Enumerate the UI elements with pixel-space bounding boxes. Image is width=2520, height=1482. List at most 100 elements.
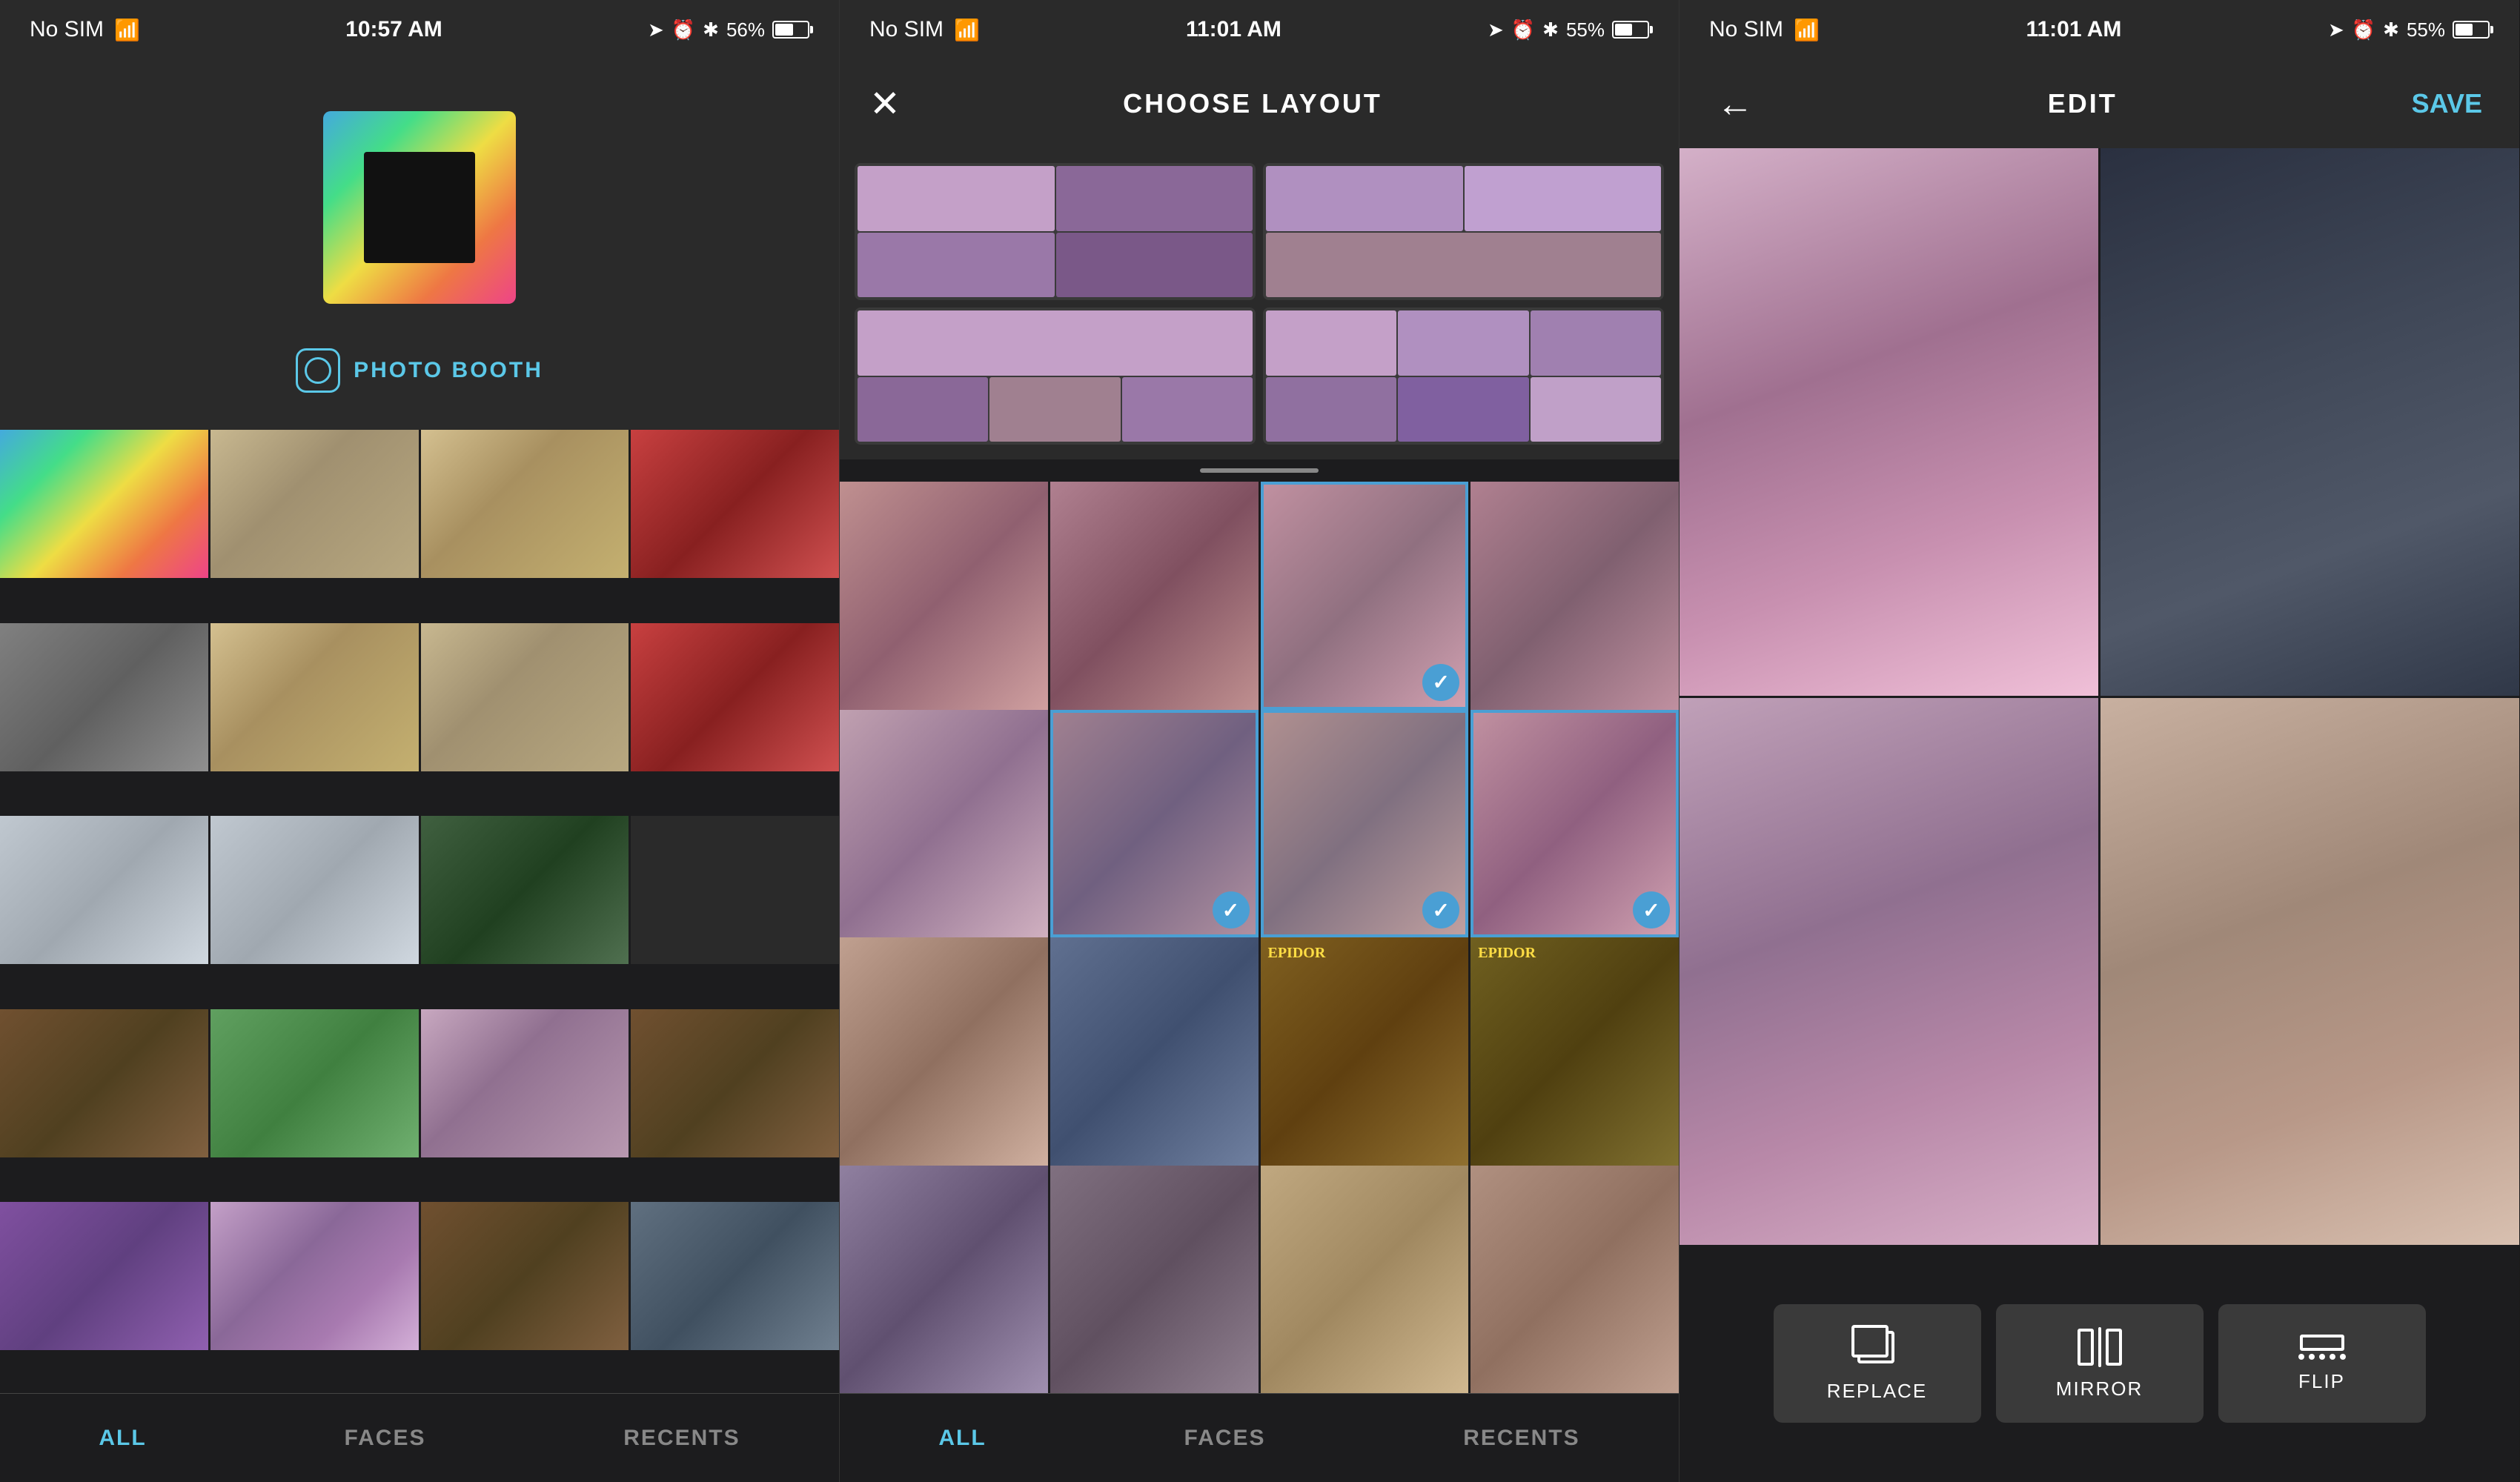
select-cell[interactable] xyxy=(1470,1166,1679,1394)
location-icon-3: ➤ xyxy=(2328,19,2344,41)
edit-cell-bl[interactable] xyxy=(1680,698,2098,1246)
photo-cell[interactable] xyxy=(210,623,419,771)
photo-grid-1 xyxy=(0,430,839,1393)
action-row: REPLACE MIRROR xyxy=(1774,1304,2426,1423)
save-button-3[interactable]: SAVE xyxy=(2412,88,2482,119)
bottom-tabs-1: ALL FACES RECENTS xyxy=(0,1393,839,1482)
status-bar-1: No SIM 📶 10:57 AM ➤ ⏰ ✱ 56% xyxy=(0,0,839,59)
checkmark-badge: ✓ xyxy=(1422,664,1459,701)
photo-cell[interactable] xyxy=(631,430,839,578)
select-cell[interactable] xyxy=(840,482,1048,710)
photo-cell[interactable] xyxy=(421,623,629,771)
tab-faces-1[interactable]: FACES xyxy=(314,1411,455,1466)
nav-bar-2: ✕ CHOOSE LAYOUT xyxy=(840,59,1679,148)
replace-label: REPLACE xyxy=(1827,1380,1927,1403)
alarm-icon-3: ⏰ xyxy=(2352,19,2375,41)
battery-icon-1 xyxy=(772,21,809,39)
no-sim-label-3: No SIM xyxy=(1709,17,1783,42)
photobooth-label: PHOTO BOOTH xyxy=(354,358,543,383)
wifi-icon-3: 📶 xyxy=(1794,18,1820,42)
edit-photo-grid xyxy=(1680,148,2519,1245)
status-bar-2: No SIM 📶 11:01 AM ➤ ⏰ ✱ 55% xyxy=(840,0,1679,59)
select-cell-selected[interactable]: ✓ xyxy=(1261,710,1469,938)
bluetooth-icon-1: ✱ xyxy=(703,19,719,41)
photo-cell[interactable] xyxy=(0,1009,208,1157)
select-cell-selected[interactable]: ✓ xyxy=(1470,710,1679,938)
select-cell[interactable] xyxy=(1470,482,1679,710)
battery-label-2: 55% xyxy=(1566,19,1605,41)
select-cell[interactable] xyxy=(840,937,1048,1166)
photobooth-button[interactable]: PHOTO BOOTH xyxy=(296,348,543,393)
photo-cell[interactable] xyxy=(210,1202,419,1350)
photo-cell[interactable] xyxy=(210,430,419,578)
battery-label-3: 55% xyxy=(2407,19,2445,41)
wifi-icon-2: 📶 xyxy=(954,18,980,42)
photo-cell[interactable] xyxy=(421,430,629,578)
time-2: 11:01 AM xyxy=(1186,17,1281,42)
edit-cell-br[interactable] xyxy=(2100,698,2519,1246)
tab-all-1[interactable]: ALL xyxy=(69,1411,176,1466)
tab-recents-2[interactable]: RECENTS xyxy=(1433,1411,1609,1466)
photo-cell[interactable] xyxy=(0,1202,208,1350)
edit-cell-tl[interactable] xyxy=(1680,148,2098,696)
photo-cell[interactable] xyxy=(210,816,419,964)
layout-option-1[interactable] xyxy=(855,163,1256,300)
photo-select-grid: ✓ ✓ ✓ ✓ EPIDOR E xyxy=(840,482,1679,1393)
no-sim-label-2: No SIM xyxy=(869,17,944,42)
photo-cell[interactable] xyxy=(631,623,839,771)
photo-cell[interactable] xyxy=(210,1009,419,1157)
time-3: 11:01 AM xyxy=(2026,17,2121,42)
photobooth-icon xyxy=(296,348,340,393)
bluetooth-icon-3: ✱ xyxy=(2383,19,2399,41)
photo-cell[interactable] xyxy=(0,623,208,771)
select-cell-selected[interactable]: ✓ xyxy=(1261,482,1469,710)
select-cell-selected[interactable]: ✓ xyxy=(1050,710,1259,938)
select-cell[interactable] xyxy=(840,710,1048,938)
battery-icon-3 xyxy=(2453,21,2490,39)
select-cell[interactable] xyxy=(840,1166,1048,1394)
flip-button[interactable]: FLIP xyxy=(2218,1304,2426,1423)
wifi-icon-1: 📶 xyxy=(114,18,140,42)
flip-label: FLIP xyxy=(2298,1370,2345,1393)
layout-option-2[interactable] xyxy=(1263,163,1664,300)
photo-cell[interactable] xyxy=(631,1202,839,1350)
tab-faces-2[interactable]: FACES xyxy=(1154,1411,1295,1466)
panel-1: No SIM 📶 10:57 AM ➤ ⏰ ✱ 56% xyxy=(0,0,840,1482)
status-bar-3: No SIM 📶 11:01 AM ➤ ⏰ ✱ 55% xyxy=(1680,0,2519,59)
back-button-3[interactable]: ← xyxy=(1717,82,1754,125)
mirror-label: MIRROR xyxy=(2056,1378,2143,1400)
photo-cell[interactable] xyxy=(421,1202,629,1350)
mirror-button[interactable]: MIRROR xyxy=(1996,1304,2204,1423)
no-sim-label-1: No SIM xyxy=(30,17,104,42)
photo-cell[interactable] xyxy=(421,816,629,964)
close-button-2[interactable]: ✕ xyxy=(869,82,901,125)
bottom-tabs-2: ALL FACES RECENTS xyxy=(840,1393,1679,1482)
photo-cell[interactable] xyxy=(0,430,208,578)
select-cell[interactable] xyxy=(1050,937,1259,1166)
alarm-icon-2: ⏰ xyxy=(1511,19,1535,41)
layout-chooser xyxy=(840,148,1679,459)
photo-cell[interactable] xyxy=(421,1009,629,1157)
select-cell[interactable] xyxy=(1050,1166,1259,1394)
replace-icon xyxy=(1851,1325,1903,1369)
scroll-bar xyxy=(1200,468,1319,473)
edit-cell-tr[interactable] xyxy=(2100,148,2519,696)
flip-icon xyxy=(2298,1335,2346,1360)
layout-option-4[interactable] xyxy=(1263,308,1664,445)
page-title-2: CHOOSE LAYOUT xyxy=(1123,88,1382,119)
location-icon-2: ➤ xyxy=(1488,19,1504,41)
select-cell[interactable] xyxy=(1261,1166,1469,1394)
camera-circle xyxy=(305,357,331,384)
photo-cell[interactable] xyxy=(0,816,208,964)
select-cell[interactable]: EPIDOR xyxy=(1470,937,1679,1166)
select-cell[interactable] xyxy=(1050,482,1259,710)
select-cell[interactable]: EPIDOR xyxy=(1261,937,1469,1166)
tab-recents-1[interactable]: RECENTS xyxy=(594,1411,769,1466)
photo-cell[interactable] xyxy=(631,1009,839,1157)
photo-cell[interactable] xyxy=(631,816,839,964)
checkmark-badge: ✓ xyxy=(1213,891,1250,928)
tab-all-2[interactable]: ALL xyxy=(909,1411,1015,1466)
replace-button[interactable]: REPLACE xyxy=(1774,1304,1981,1423)
layout-option-3[interactable] xyxy=(855,308,1256,445)
action-buttons: REPLACE MIRROR xyxy=(1680,1245,2519,1482)
